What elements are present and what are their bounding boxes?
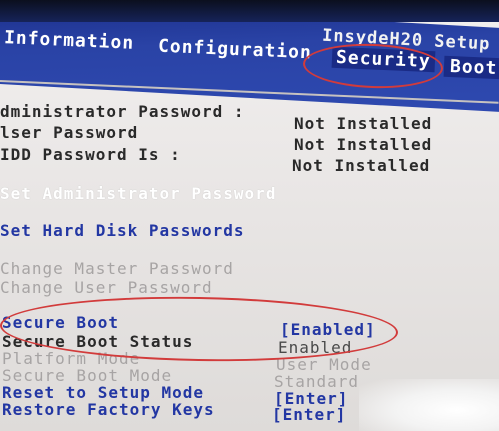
- user-password-value: Not Installed: [294, 135, 433, 154]
- screen-glare: [359, 379, 499, 431]
- tab-boot[interactable]: Boot: [443, 55, 499, 80]
- change-master-password-item: Change Master Password: [0, 259, 234, 278]
- user-password-label: lser Password: [0, 123, 139, 142]
- top-bezel-shadow: [0, 0, 499, 22]
- bios-screen: InsydeH20 Setup Information Configuratio…: [0, 0, 499, 431]
- set-administrator-password-item[interactable]: Set Administrator Password: [0, 184, 276, 203]
- hdd-password-label: IDD Password Is :: [0, 145, 181, 164]
- restore-factory-keys-value[interactable]: [Enter]: [272, 405, 346, 424]
- change-user-password-item: Change User Password: [0, 278, 213, 297]
- restore-factory-keys-item[interactable]: Restore Factory Keys: [2, 400, 215, 419]
- admin-password-label: dministrator Password :: [0, 102, 245, 121]
- hdd-password-value: Not Installed: [292, 156, 431, 175]
- admin-password-value: Not Installed: [294, 114, 433, 133]
- set-hard-disk-passwords-item[interactable]: Set Hard Disk Passwords: [0, 221, 245, 240]
